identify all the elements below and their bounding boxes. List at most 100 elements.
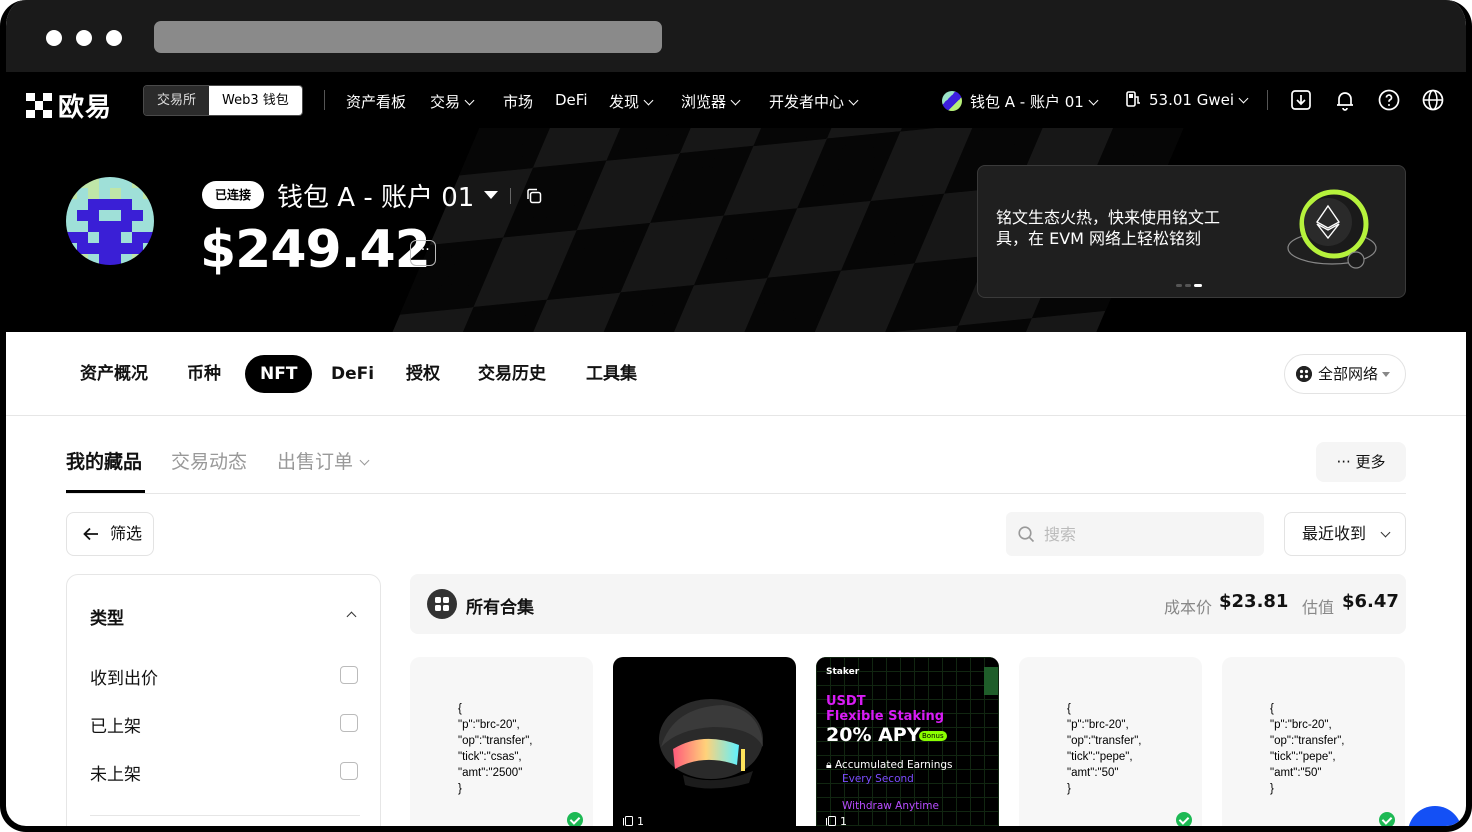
avatar-pixel <box>132 221 143 232</box>
tab-nft[interactable]: NFT <box>245 355 313 393</box>
balance-more-button[interactable]: ··· <box>410 240 436 266</box>
avatar-pixel <box>66 199 77 210</box>
menu-market[interactable]: 市场 <box>503 91 533 112</box>
subtab-sell-orders[interactable]: 出售订单 <box>277 447 370 474</box>
sort-label: 最近收到 <box>1302 524 1367 543</box>
menu-defi[interactable]: DeFi <box>555 91 587 109</box>
wallet-name[interactable]: 钱包 A - 账户 01 <box>277 177 474 214</box>
account-switcher[interactable]: 钱包 A - 账户 01 <box>942 91 1099 112</box>
menu-developer[interactable]: 开发者中心 <box>769 91 859 112</box>
menu-discover-label: 发现 <box>609 93 640 111</box>
network-selector[interactable]: 全部网络 <box>1284 354 1406 394</box>
avatar-pixel <box>143 199 154 210</box>
avatar-pixel <box>143 254 154 265</box>
gas-price[interactable]: 53.01 Gwei <box>1126 91 1249 109</box>
tab-history[interactable]: 交易历史 <box>478 355 546 393</box>
avatar-pixel <box>121 243 132 254</box>
bell-icon[interactable] <box>1334 89 1356 111</box>
avatar-pixel <box>77 221 88 232</box>
avatar-pixel <box>88 210 99 221</box>
arrow-left-icon <box>83 527 98 541</box>
menu-explorer[interactable]: 浏览器 <box>681 91 741 112</box>
menu-discover[interactable]: 发现 <box>609 91 654 112</box>
avatar-pixel <box>143 221 154 232</box>
filter-label-offers: 收到出价 <box>90 669 158 689</box>
menu-trade[interactable]: 交易 <box>430 91 475 112</box>
nft-card[interactable]: 1 <box>613 657 796 826</box>
switch-web3-wallet[interactable]: Web3 钱包 <box>209 86 302 115</box>
subtab-activity[interactable]: 交易动态 <box>171 447 247 474</box>
help-icon[interactable] <box>1378 89 1400 111</box>
avatar-pixel <box>110 221 121 232</box>
avatar-pixel <box>110 254 121 265</box>
tab-overview[interactable]: 资产概况 <box>80 355 148 393</box>
filter-label-unlisted: 未上架 <box>90 765 141 785</box>
verified-check-icon <box>1379 812 1395 826</box>
avatar-pixel <box>88 221 99 232</box>
browser-window: 欧易 交易所 Web3 钱包 资产看板 交易 市场 DeFi 发现 浏览器 开发… <box>0 0 1472 832</box>
avatar-pixel <box>110 210 121 221</box>
checkbox-unlisted[interactable] <box>340 762 358 780</box>
switch-exchange[interactable]: 交易所 <box>144 86 210 115</box>
nft-card[interactable]: { "p":"brc-20", "op":"transfer", "tick":… <box>1019 657 1202 826</box>
avatar-pixel <box>66 254 77 265</box>
gas-pump-icon <box>1126 91 1140 107</box>
globe-icon[interactable] <box>1422 89 1444 111</box>
avatar-pixel <box>121 221 132 232</box>
browser-chrome <box>6 0 1466 72</box>
menu-trade-label: 交易 <box>430 93 461 111</box>
address-bar[interactable] <box>154 21 662 53</box>
avatar-pixel <box>132 254 143 265</box>
window-zoom-dot[interactable] <box>106 30 122 46</box>
avatar-pixel <box>66 232 77 243</box>
search-input[interactable] <box>1044 512 1244 556</box>
sort-dropdown[interactable]: 最近收到 <box>1284 512 1406 556</box>
window-close-dot[interactable] <box>46 30 62 46</box>
network-grid-icon <box>1296 366 1312 382</box>
support-chat-button[interactable] <box>1408 806 1462 826</box>
nft-card[interactable]: { "p":"brc-20", "op":"transfer", "tick":… <box>410 657 593 826</box>
brand-logo[interactable]: 欧易 <box>26 87 112 124</box>
checkbox-listed[interactable] <box>340 714 358 732</box>
menu-explorer-label: 浏览器 <box>681 93 727 111</box>
caret-down-icon[interactable] <box>484 191 498 199</box>
tab-tools[interactable]: 工具集 <box>586 355 637 393</box>
avatar-pixel <box>88 232 99 243</box>
more-button[interactable]: ··· 更多 <box>1316 442 1406 482</box>
gas-value: 53.01 Gwei <box>1149 91 1234 109</box>
chevron-down-icon <box>1238 93 1249 104</box>
search-box[interactable] <box>1006 512 1264 556</box>
sidebar-divider <box>90 815 360 816</box>
tab-tokens[interactable]: 币种 <box>187 355 221 393</box>
staker-headline: USDT Flexible Staking <box>826 694 944 724</box>
staker-every-second: Every Second <box>842 773 914 785</box>
copy-icon[interactable] <box>526 188 542 204</box>
promo-dot[interactable] <box>1185 284 1191 287</box>
nft-card[interactable]: { "p":"brc-20", "op":"transfer", "tick":… <box>1222 657 1405 826</box>
menu-asset-board[interactable]: 资产看板 <box>346 91 406 112</box>
avatar-pixel <box>110 188 121 199</box>
download-icon[interactable] <box>1290 89 1312 111</box>
tab-approvals[interactable]: 授权 <box>406 355 440 393</box>
nft-subtabs: 我的藏品 交易动态 出售订单 ··· 更多 <box>66 416 1406 494</box>
collection-summary-bar: 所有合集 成本价 $23.81 估值 $6.47 <box>410 574 1406 634</box>
promo-dot[interactable] <box>1176 284 1182 287</box>
avatar-pixel <box>110 177 121 188</box>
promo-dot-active[interactable] <box>1194 284 1202 287</box>
staker-withdraw: Withdraw Anytime <box>842 800 939 812</box>
avatar-pixel <box>121 232 132 243</box>
avatar-pixel <box>77 199 88 210</box>
nft-card[interactable]: Staker USDT Flexible Staking 20% APY Bonu… <box>816 657 999 826</box>
chevron-up-icon[interactable] <box>346 611 357 622</box>
staker-apy: 20% APY <box>826 724 921 746</box>
copies-icon <box>623 816 633 826</box>
estimate-value: $6.47 <box>1342 591 1399 612</box>
promo-banner[interactable]: 铭文生态火热，快来使用铭文工具，在 EVM 网络上轻松铭刻 <box>977 165 1406 298</box>
subtab-my-collection[interactable]: 我的藏品 <box>66 447 142 474</box>
window-minimize-dot[interactable] <box>76 30 92 46</box>
checkbox-offers[interactable] <box>340 666 358 684</box>
tab-defi[interactable]: DeFi <box>331 355 374 393</box>
filter-button[interactable]: 筛选 <box>66 512 154 556</box>
avatar-pixel <box>66 188 77 199</box>
okx-logo-icon <box>26 92 52 119</box>
